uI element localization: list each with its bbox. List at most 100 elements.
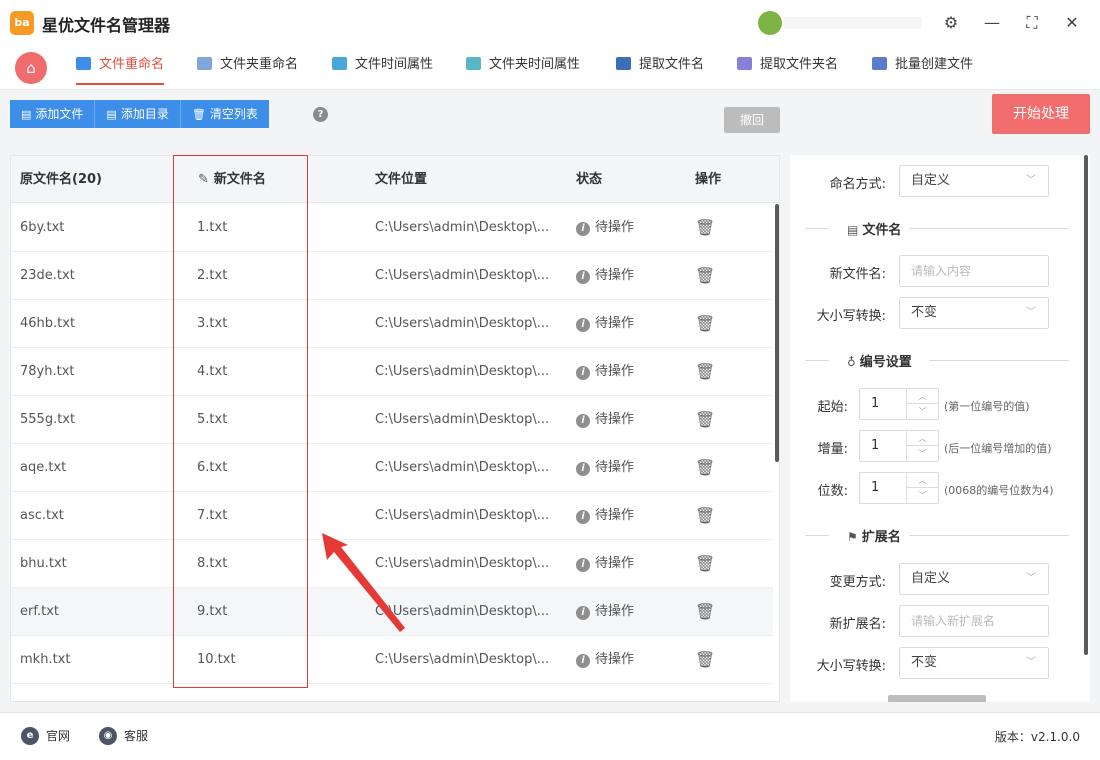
clear-list-button[interactable]: 🗑 清空列表 [180, 100, 269, 128]
table-row[interactable]: 78yh.txt 4.txt C:\Users\admin\Desktop\... i… [11, 348, 773, 396]
decrement-button[interactable]: ﹀ [907, 404, 938, 419]
trash-icon[interactable]: 🗑 [695, 348, 715, 395]
original-name-cell: asc.txt [20, 508, 64, 523]
increment-button[interactable]: ︿ [907, 389, 938, 404]
settings-icon[interactable]: ⚙ [938, 10, 964, 36]
original-name-cell: 555g.txt [20, 412, 76, 427]
help-icon[interactable]: ? [313, 107, 328, 122]
trash-icon[interactable]: 🗑 [695, 444, 715, 491]
close-icon[interactable]: ✕ [1059, 10, 1085, 36]
original-name-cell: 23de.txt [20, 268, 75, 283]
tab-folder-time[interactable]: 文件夹时间属性 [466, 46, 580, 90]
info-icon: i [576, 558, 590, 572]
start-processing-button[interactable]: 开始处理 [992, 94, 1090, 134]
status-cell: i 待操作 [576, 300, 634, 347]
trash-icon[interactable]: 🗑 [695, 396, 715, 443]
new-extension-input[interactable]: 请输入新扩展名 [899, 605, 1049, 637]
flag-icon: ⚑ [847, 530, 858, 544]
location-cell: C:\Users\admin\Desktop\... [375, 556, 550, 571]
step-stepper[interactable]: 1 ︿ ﹀ [859, 430, 939, 462]
tab-file-time[interactable]: 文件时间属性 [332, 46, 433, 90]
location-cell: C:\Users\admin\Desktop\... [375, 268, 550, 283]
table-row[interactable]: 23de.txt 2.txt C:\Users\admin\Desktop\... i… [11, 252, 773, 300]
trash-icon[interactable]: 🗑 [695, 300, 715, 347]
app-title: 星优文件名管理器 [42, 16, 171, 35]
tab-extract-filename[interactable]: 提取文件名 [616, 46, 704, 90]
table-row[interactable]: bhu.txt 8.txt C:\Users\admin\Desktop\... i 待… [11, 540, 773, 588]
change-method-select[interactable]: 自定义 ﹀ [899, 563, 1049, 595]
location-cell: C:\Users\admin\Desktop\... [375, 508, 550, 523]
increment-button[interactable]: ︿ [907, 473, 938, 488]
table-row[interactable]: 555g.txt 5.txt C:\Users\admin\Desktop\... i… [11, 396, 773, 444]
ext-case-select[interactable]: 不变 ﹀ [899, 647, 1049, 679]
info-icon: i [576, 414, 590, 428]
trash-icon[interactable]: 🗑 [695, 204, 715, 251]
action-cell: 🗑 [695, 492, 715, 541]
new-filename-input[interactable]: 请输入内容 [899, 255, 1049, 287]
case-conversion-select[interactable]: 不变 ﹀ [899, 297, 1049, 329]
username-redacted [784, 17, 922, 29]
location-cell: C:\Users\admin\Desktop\... [375, 604, 550, 619]
naming-method-select[interactable]: 自定义 ﹀ [899, 165, 1049, 197]
info-icon: i [576, 222, 590, 236]
step-hint: (后一位编号增加的值) [944, 442, 1052, 455]
tab-extract-foldername[interactable]: 提取文件夹名 [737, 46, 838, 90]
add-directory-button[interactable]: ▤ 添加目录 [95, 100, 181, 128]
batch-create-icon [872, 57, 887, 70]
settings-scrollbar[interactable] [1084, 155, 1088, 655]
support-link[interactable]: ◉ 客服 [99, 727, 148, 745]
table-row[interactable]: erf.txt 9.txt C:\Users\admin\Desktop\... i 待… [11, 588, 773, 636]
status-cell: i 待操作 [576, 252, 634, 299]
file-button-group: ▤ 添加文件 ▤ 添加目录 🗑 清空列表 [10, 100, 269, 128]
action-cell: 🗑 [695, 540, 715, 589]
status-cell: i 待操作 [576, 444, 634, 491]
original-name-cell: aqe.txt [20, 460, 67, 475]
tab-file-rename[interactable]: 文件重命名 [76, 46, 165, 90]
decrement-button[interactable]: ﹀ [907, 446, 938, 461]
table-row[interactable]: mkh.txt 10.txt C:\Users\admin\Desktop\... i… [11, 636, 773, 684]
file-time-icon [332, 57, 347, 70]
file-icon: ▤ [106, 108, 117, 121]
status-cell: i 待操作 [576, 492, 634, 539]
original-name-cell: erf.txt [20, 604, 59, 619]
status-cell: i 待操作 [576, 396, 634, 443]
folder-time-icon [466, 57, 481, 70]
original-name-cell: mkh.txt [20, 652, 71, 667]
add-file-button[interactable]: ▤ 添加文件 [10, 100, 96, 128]
tab-batch-create[interactable]: 批量创建文件 [872, 46, 973, 90]
original-name-cell: bhu.txt [20, 556, 67, 571]
file-icon: ▤ [21, 108, 32, 121]
chevron-down-icon: ﹀ [1026, 175, 1036, 186]
action-cell: 🗑 [695, 252, 715, 301]
digits-stepper[interactable]: 1 ︿ ﹀ [859, 472, 939, 504]
footer: e 官网 ◉ 客服 版本：v2.1.0.0 [0, 712, 1100, 760]
panel-bottom-button[interactable] [888, 695, 986, 702]
table-row[interactable]: 6by.txt 1.txt C:\Users\admin\Desktop\... i 待… [11, 204, 773, 252]
table-row[interactable]: asc.txt 7.txt C:\Users\admin\Desktop\... i 待… [11, 492, 773, 540]
trash-icon[interactable]: 🗑 [695, 636, 715, 683]
user-avatar[interactable] [758, 11, 782, 35]
file-table: 原文件名(20) ✎ 新文件名 文件位置 状态 操作 6by.txt 1.txt C:… [10, 155, 780, 702]
chat-icon: ◉ [99, 727, 117, 745]
table-scrollbar[interactable] [775, 204, 779, 462]
undo-button[interactable]: 撤回 [724, 107, 780, 133]
start-stepper[interactable]: 1 ︿ ﹀ [859, 388, 939, 420]
location-cell: C:\Users\admin\Desktop\... [375, 364, 550, 379]
table-row[interactable]: aqe.txt 6.txt C:\Users\admin\Desktop\... i 待… [11, 444, 773, 492]
trash-icon[interactable]: 🗑 [695, 252, 715, 299]
minimize-icon[interactable]: — [979, 10, 1005, 36]
table-row[interactable]: 46hb.txt 3.txt C:\Users\admin\Desktop\... i… [11, 300, 773, 348]
trash-icon[interactable]: 🗑 [695, 492, 715, 539]
home-icon[interactable]: ⌂ [15, 52, 47, 84]
info-icon: i [576, 270, 590, 284]
trash-icon[interactable]: 🗑 [695, 540, 715, 587]
tab-folder-rename[interactable]: 文件夹重命名 [197, 46, 298, 90]
location-cell: C:\Users\admin\Desktop\... [375, 220, 550, 235]
info-icon: i [576, 606, 590, 620]
decrement-button[interactable]: ﹀ [907, 488, 938, 503]
website-link[interactable]: e 官网 [21, 727, 70, 745]
maximize-icon[interactable]: ⛶ [1019, 10, 1045, 36]
version-label: 版本：v2.1.0.0 [994, 730, 1080, 744]
trash-icon[interactable]: 🗑 [695, 588, 715, 635]
increment-button[interactable]: ︿ [907, 431, 938, 446]
